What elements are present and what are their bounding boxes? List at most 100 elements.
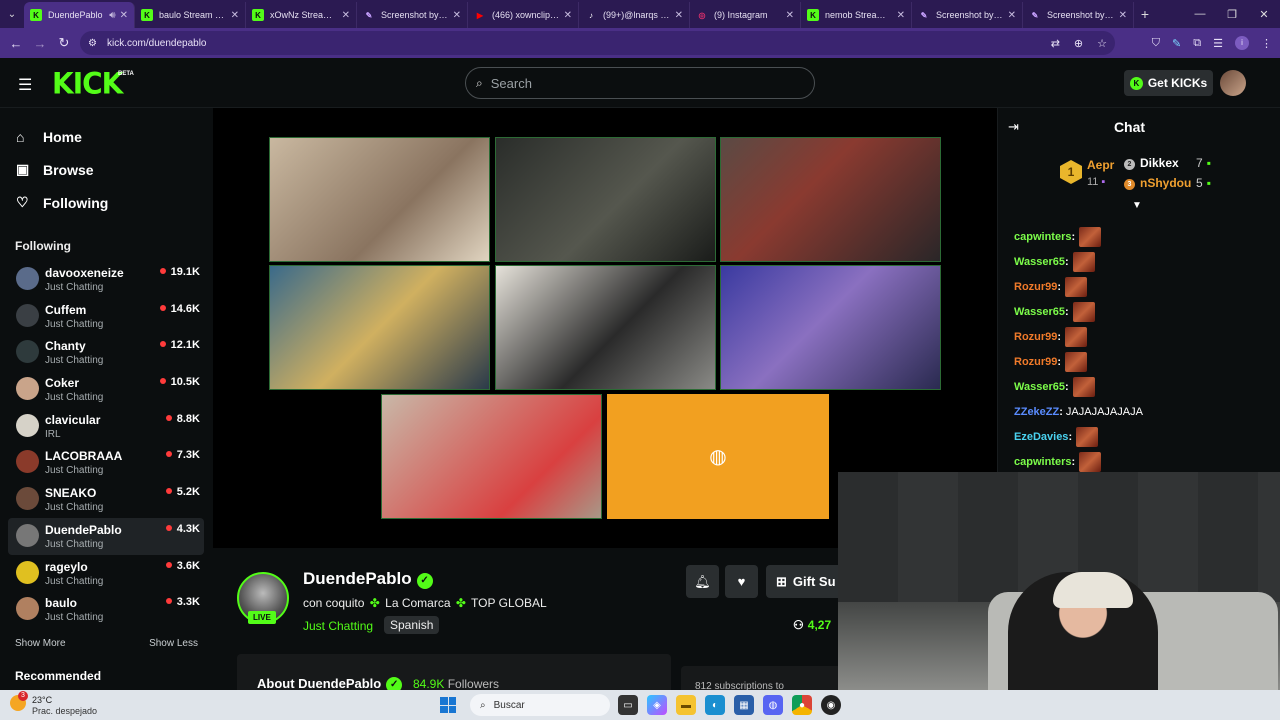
translate-icon[interactable]: ⇄ xyxy=(1051,37,1060,50)
store-icon[interactable]: ▦ xyxy=(734,695,754,715)
following-channel-item[interactable]: Coker Just Chatting 10.5K xyxy=(8,371,204,408)
chat-username[interactable]: capwinters xyxy=(1014,231,1071,243)
following-channel-item[interactable]: davooxeneize Just Chatting 19.1K xyxy=(8,261,204,298)
chat-message[interactable]: Rozur99: xyxy=(1014,274,1274,299)
notification-bell-button[interactable]: 🔔︎ xyxy=(686,565,719,598)
tab-close-icon[interactable]: ✕ xyxy=(675,10,683,21)
edge-icon[interactable]: ◐ xyxy=(705,695,725,715)
new-tab-button[interactable]: + xyxy=(1134,6,1156,22)
minimize-icon[interactable]: — xyxy=(1184,0,1216,28)
browser-tab[interactable]: Kbaulo Stream - W ✕ xyxy=(135,2,246,28)
chat-message[interactable]: ZZekeZZ: JAJAJAJAJAJA xyxy=(1014,399,1274,424)
chat-username[interactable]: Rozur99 xyxy=(1014,331,1057,343)
zoom-icon[interactable]: ⊕ xyxy=(1074,37,1083,50)
chat-username[interactable]: EzeDavies xyxy=(1014,431,1068,443)
browser-menu-icon[interactable]: ⋮ xyxy=(1261,37,1272,50)
chat-message[interactable]: Wasser65: xyxy=(1014,374,1274,399)
tab-search-chevron-icon[interactable]: ⌄ xyxy=(0,0,24,28)
windows-start-icon[interactable] xyxy=(440,697,456,713)
following-channel-item[interactable]: SNEAKO Just Chatting 5.2K xyxy=(8,481,204,518)
tab-close-icon[interactable]: ✕ xyxy=(1008,10,1016,21)
browser-tab[interactable]: ◎ (9) Instagram ✕ xyxy=(690,2,801,28)
following-channel-item[interactable]: baulo Just Chatting 3.3K xyxy=(8,591,204,628)
follow-heart-button[interactable]: ♥ xyxy=(725,565,758,598)
stream-category-link[interactable]: Just Chatting xyxy=(303,619,373,633)
nav-browse[interactable]: ▣ Browse xyxy=(16,153,212,186)
kick-icon: K xyxy=(807,9,819,21)
chat-username[interactable]: Wasser65 xyxy=(1014,381,1065,393)
language-tag[interactable]: Spanish xyxy=(384,616,440,634)
bookmark-star-icon[interactable]: ☆ xyxy=(1097,37,1107,50)
show-less-button[interactable]: Show Less xyxy=(149,638,198,649)
extension-shield-icon[interactable]: ⛉ xyxy=(1152,37,1160,50)
file-explorer-icon[interactable]: ▬ xyxy=(676,695,696,715)
address-bar[interactable]: ⚙ kick.com/duendepablo ⇄ ⊕ ☆ xyxy=(80,31,1115,55)
chat-message[interactable]: Wasser65: xyxy=(1014,249,1274,274)
chat-message[interactable]: EzeDavies: xyxy=(1014,424,1274,449)
extension-feather-icon[interactable]: ✎ xyxy=(1172,37,1181,50)
chrome-icon[interactable]: ● xyxy=(792,695,812,715)
chat-username[interactable]: Rozur99 xyxy=(1014,281,1057,293)
tab-audio-icon[interactable]: 🔊︎ xyxy=(109,10,115,21)
chat-message[interactable]: Wasser65: xyxy=(1014,299,1274,324)
task-view-icon[interactable]: ▭ xyxy=(618,695,638,715)
browser-tab[interactable]: ✎ Screenshot by Lig ✕ xyxy=(912,2,1023,28)
following-channel-item[interactable]: DuendePablo Just Chatting 4.3K xyxy=(8,517,204,555)
taskbar-search[interactable]: ⌕ Buscar xyxy=(470,694,610,716)
browser-tab[interactable]: ▶ (466) xownclips - ✕ xyxy=(468,2,579,28)
chat-username[interactable]: Rozur99 xyxy=(1014,356,1057,368)
forward-icon[interactable]: → xyxy=(28,28,52,58)
site-info-icon[interactable]: ⚙ xyxy=(88,38,97,49)
expand-leaderboard-icon[interactable]: ▼ xyxy=(1132,200,1142,211)
nav-home[interactable]: ⌂ Home xyxy=(16,120,212,153)
tab-close-icon[interactable]: ✕ xyxy=(786,10,794,21)
user-avatar[interactable] xyxy=(1220,70,1246,96)
browser-tab[interactable]: ♪ (99+)@lnarqs y u ✕ xyxy=(579,2,690,28)
browser-tab[interactable]: ✎ Screenshot by Lig ✕ xyxy=(1023,2,1134,28)
channel-name: Cuffem xyxy=(45,302,87,317)
search-input[interactable]: ⌕ Search xyxy=(465,67,815,99)
tab-close-icon[interactable]: ✕ xyxy=(342,10,350,21)
extensions-puzzle-icon[interactable]: ⧉ xyxy=(1193,37,1201,50)
menu-icon[interactable]: ☰ xyxy=(18,75,32,95)
show-more-button[interactable]: Show More xyxy=(15,638,66,649)
channel-name[interactable]: DuendePablo ✓ xyxy=(303,569,433,589)
following-channel-item[interactable]: rageylo Just Chatting 3.6K xyxy=(8,555,204,592)
get-kicks-button[interactable]: K Get KICKs xyxy=(1124,70,1213,96)
weather-widget[interactable]: 3 23°C Prac. despejado xyxy=(10,691,100,717)
tab-close-icon[interactable]: ✕ xyxy=(1119,10,1127,21)
obs-icon[interactable]: ◉ xyxy=(821,695,841,715)
following-channel-item[interactable]: Chanty Just Chatting 12.1K xyxy=(8,334,204,371)
gift-leaderboard[interactable]: 1 Aepr 11 2 Dikkex 7 3 nShydou 5 xyxy=(1060,156,1250,196)
following-channel-item[interactable]: Cuffem Just Chatting 14.6K xyxy=(8,298,204,335)
close-window-icon[interactable]: ✕ xyxy=(1248,0,1280,28)
chat-message[interactable]: capwinters: xyxy=(1014,449,1274,472)
tab-close-icon[interactable]: ✕ xyxy=(120,10,128,21)
reload-icon[interactable]: ↻ xyxy=(52,28,76,58)
following-channel-item[interactable]: clavicular IRL 8.8K xyxy=(8,408,204,445)
chat-username[interactable]: Wasser65 xyxy=(1014,256,1065,268)
discord-icon[interactable]: ◍ xyxy=(763,695,783,715)
chat-username[interactable]: Wasser65 xyxy=(1014,306,1065,318)
browser-tab[interactable]: ✎ Screenshot by Lig ✕ xyxy=(357,2,468,28)
tab-close-icon[interactable]: ✕ xyxy=(564,10,572,21)
copilot-icon[interactable]: ◈ xyxy=(647,695,667,715)
following-channel-item[interactable]: LACOBRAAA Just Chatting 7.3K xyxy=(8,444,204,481)
chat-username[interactable]: ZZekeZZ xyxy=(1014,406,1059,418)
browser-tab[interactable]: KxOwNz Stream - W ✕ xyxy=(246,2,357,28)
browser-tab[interactable]: K DuendePablo 🔊︎ ✕ xyxy=(24,2,135,28)
tab-close-icon[interactable]: ✕ xyxy=(897,10,905,21)
browser-tab[interactable]: Knemob Stream - W ✕ xyxy=(801,2,912,28)
chat-message[interactable]: Rozur99: xyxy=(1014,324,1274,349)
restore-icon[interactable]: ❐ xyxy=(1216,0,1248,28)
nav-following[interactable]: ♡ Following xyxy=(16,186,212,219)
chat-message[interactable]: capwinters: xyxy=(1014,224,1274,249)
reading-list-icon[interactable]: ☰ xyxy=(1213,37,1223,50)
tab-close-icon[interactable]: ✕ xyxy=(453,10,461,21)
kick-logo[interactable]: KICK xyxy=(52,66,123,101)
chat-message[interactable]: Rozur99: xyxy=(1014,349,1274,374)
chat-username[interactable]: capwinters xyxy=(1014,456,1071,468)
profile-icon[interactable]: i xyxy=(1235,36,1249,50)
tab-close-icon[interactable]: ✕ xyxy=(231,10,239,21)
back-icon[interactable]: ← xyxy=(4,28,28,58)
